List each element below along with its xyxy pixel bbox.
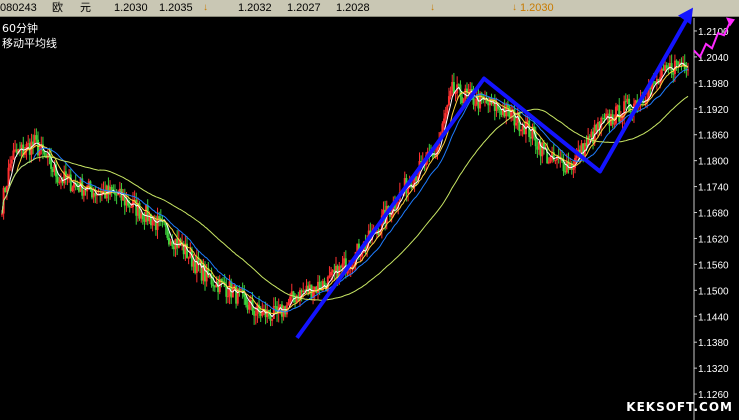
trend-overlay-line <box>295 12 692 340</box>
candle-body <box>323 281 326 286</box>
candle-body <box>444 113 447 119</box>
candle-body <box>449 90 452 97</box>
candle-body <box>128 205 131 208</box>
y-tick-label: 1.1920 <box>698 105 729 116</box>
candle-body <box>71 187 74 192</box>
y-tick-label: 1.1500 <box>698 286 729 297</box>
candle-body <box>254 313 257 316</box>
candle-body <box>443 118 446 124</box>
candle-body <box>572 168 575 170</box>
y-tick-label: 1.1740 <box>698 183 729 194</box>
candle-body <box>614 106 617 124</box>
candle-body <box>12 150 15 160</box>
y-tick-label: 1.2040 <box>698 53 729 64</box>
watermark: KEKSOFT.COM <box>626 400 733 414</box>
candle-body <box>35 135 38 140</box>
candle-body <box>130 207 133 209</box>
candle-body <box>292 291 295 299</box>
candle-body <box>454 92 457 94</box>
y-tick-label: 1.1440 <box>698 312 729 323</box>
candle-body <box>341 263 344 268</box>
y-tick-label: 1.1620 <box>698 234 729 245</box>
candle-body <box>226 296 229 298</box>
candle-body <box>520 129 523 132</box>
candle-body <box>575 155 578 159</box>
candle-body <box>225 286 228 297</box>
candle-body <box>330 271 333 276</box>
candle-body <box>158 216 161 219</box>
candle-body <box>187 257 190 259</box>
candle-body <box>287 302 290 306</box>
candle-body <box>474 104 477 106</box>
candle-body <box>272 306 275 319</box>
candle-body <box>56 176 59 183</box>
candle-body <box>9 163 12 168</box>
candle-body <box>547 161 550 164</box>
y-tick-label: 1.1320 <box>698 364 729 375</box>
candle-body <box>446 105 449 114</box>
price-chart[interactable]: 1.21001.20401.19801.19201.18601.18001.17… <box>0 0 739 420</box>
candle-body <box>549 156 552 162</box>
y-tick-label: 1.1980 <box>698 79 729 90</box>
indicator-label: 移动平均线 <box>2 37 57 50</box>
candle-body <box>447 96 450 106</box>
candle-body <box>231 288 234 298</box>
candle-body <box>613 123 616 125</box>
forecast-arrow-icon <box>726 17 735 27</box>
candle-body <box>328 275 331 278</box>
y-tick-label: 1.1560 <box>698 260 729 271</box>
candle-body <box>665 65 668 69</box>
ma-20-line <box>1 68 689 313</box>
candle-body <box>271 318 274 321</box>
candle-body <box>441 123 444 133</box>
candle-body <box>498 108 501 111</box>
y-tick-label: 1.1380 <box>698 338 729 349</box>
y-tick-label: 1.1800 <box>698 157 729 168</box>
candle-body <box>248 301 251 310</box>
y-tick-label: 1.1680 <box>698 209 729 220</box>
candle-body <box>554 159 557 161</box>
candle-body <box>515 122 518 126</box>
candle-body <box>1 213 3 215</box>
period-label: 60分钟 <box>2 22 38 35</box>
candle-body <box>212 284 215 287</box>
candle-body <box>58 181 61 183</box>
candle-body <box>618 105 621 122</box>
candle-body <box>10 159 13 164</box>
candle-body <box>675 60 678 62</box>
candle-body <box>289 296 292 303</box>
candle-body <box>542 143 545 150</box>
y-tick-label: 1.1860 <box>698 131 729 142</box>
candle-body <box>151 220 154 226</box>
candle-body <box>244 296 247 305</box>
